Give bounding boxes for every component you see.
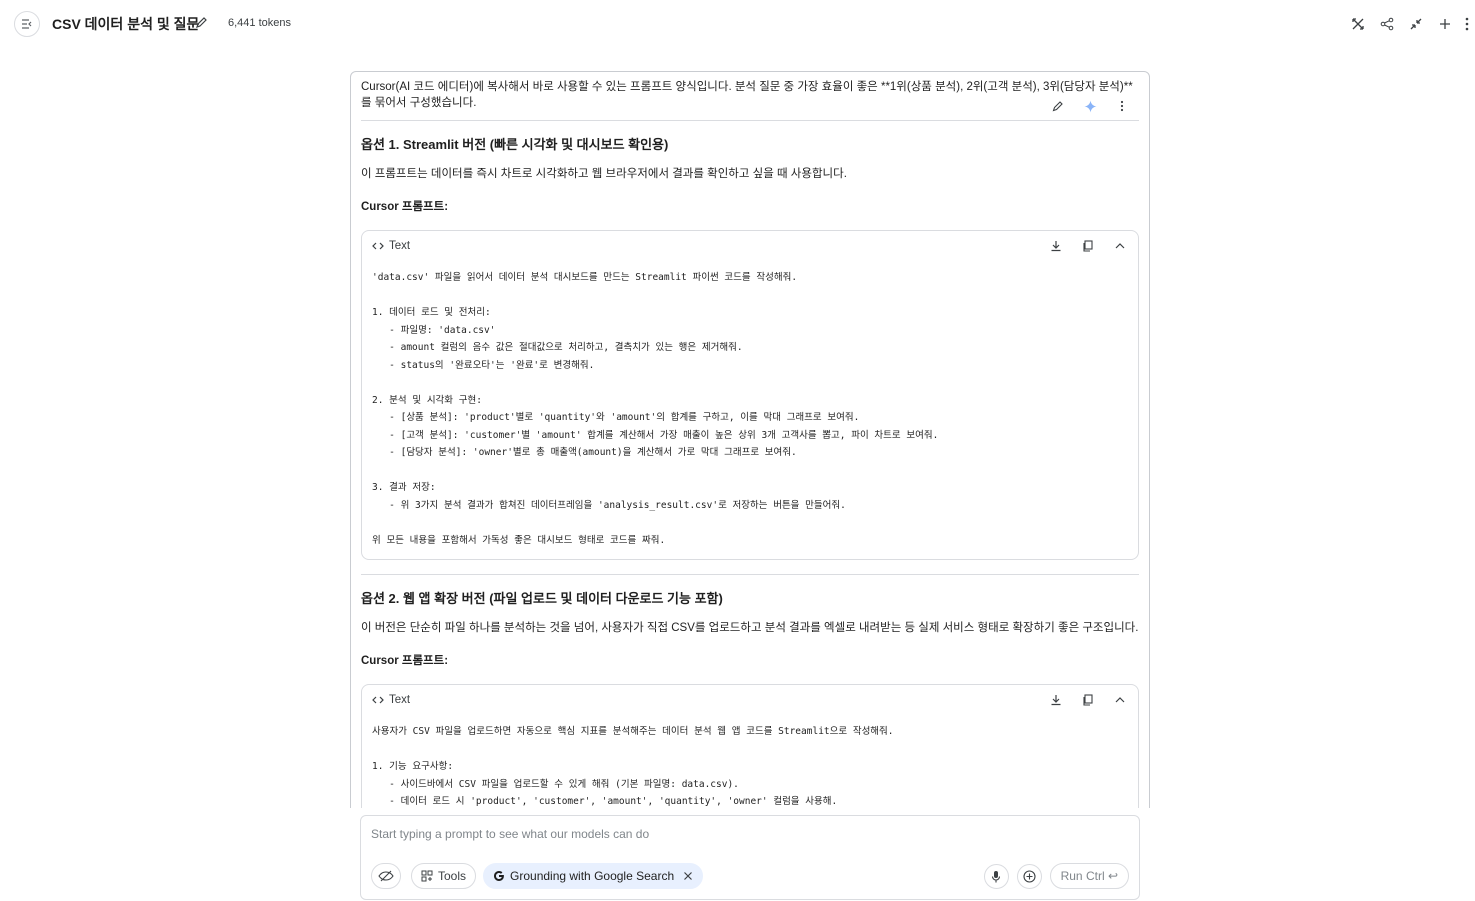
divider (361, 574, 1139, 575)
code-icon (372, 242, 384, 250)
share-icon[interactable] (1372, 14, 1401, 34)
code-line: 사용자가 CSV 파일을 업로드하면 자동으로 핵심 지표를 분석해주는 데이터… (372, 726, 894, 737)
compare-icon[interactable] (1343, 14, 1372, 34)
microphone-button[interactable] (983, 863, 1009, 889)
edit-message-icon[interactable] (1047, 97, 1069, 115)
code-line: - 위 3가지 분석 결과가 합쳐진 데이터프레임을 'analysis_res… (372, 499, 846, 511)
option2-heading: 옵션 2. 웹 앱 확장 버전 (파일 업로드 및 데이터 다운로드 기능 포함… (361, 591, 723, 606)
microphone-icon (992, 870, 1001, 882)
model-response: Cursor(AI 코드 에디터)에 복사해서 바로 사용할 수 있는 프롬프트… (350, 71, 1150, 808)
top-bar: CSV 데이터 분석 및 질문 6,441 tokens (0, 0, 1475, 48)
code-icon (372, 696, 384, 704)
option2-description: 이 버전은 단순히 파일 하나를 분석하는 것을 넘어, 사용자가 직접 CSV… (361, 622, 1139, 634)
option1-description: 이 프롬프트는 데이터를 즉시 차트로 시각화하고 웹 브라우저에서 결과를 확… (361, 168, 847, 180)
prompt-input[interactable] (371, 827, 1071, 841)
chat-area[interactable]: Cursor(AI 코드 에디터)에 복사해서 바로 사용할 수 있는 프롬프트… (0, 56, 1475, 808)
grounding-chip[interactable]: Grounding with Google Search (483, 863, 704, 889)
code-block-option1: Text 'data.csv' 파일을 읽어서 데이터 분석 대시보드를 만드는… (361, 230, 1139, 560)
prompt-composer: Tools Grounding with Google Search Run C… (360, 815, 1140, 900)
option1-heading: 옵션 1. Streamlit 버전 (빠른 시각화 및 대시보드 확인용) (361, 137, 669, 152)
download-icon[interactable] (1046, 237, 1066, 255)
toggle-sidebar-button[interactable] (14, 11, 40, 37)
code-block-option2: Text 사용자가 CSV 파일을 업로드하면 자동으로 핵심 지표를 분석해주… (361, 684, 1139, 808)
download-icon[interactable] (1046, 691, 1066, 709)
menu-collapse-icon (22, 19, 32, 29)
tools-button[interactable]: Tools (411, 863, 477, 889)
add-media-button[interactable] (1016, 863, 1042, 889)
code-line: - status의 '완료오타'는 '완료'로 변경해줘. (372, 359, 595, 371)
code-line: 1. 데이터 로드 및 전처리: (372, 307, 491, 318)
copy-icon[interactable] (1078, 237, 1098, 255)
divider (361, 120, 1139, 121)
code-content[interactable]: 사용자가 CSV 파일을 업로드하면 자동으로 핵심 지표를 분석해주는 데이터… (362, 715, 1138, 808)
more-options-icon[interactable] (1459, 14, 1475, 34)
message-more-icon[interactable] (1111, 97, 1133, 115)
code-block-header[interactable]: Text (362, 231, 1138, 261)
grounding-label: Grounding with Google Search (510, 869, 675, 883)
code-line: - [담당자 분석]: 'owner'별로 총 매출액(amount)을 계산해… (372, 447, 797, 458)
tools-icon (421, 870, 433, 882)
code-line: 1. 기능 요구사항: (372, 761, 454, 772)
copy-icon[interactable] (1078, 691, 1098, 709)
sparkle-icon[interactable] (1079, 97, 1101, 115)
toggle-settings-button[interactable] (371, 863, 401, 889)
top-actions (1343, 14, 1475, 34)
code-line: - 데이터 로드 시 'product', 'customer', 'amoun… (372, 796, 838, 807)
tools-label: Tools (438, 869, 467, 883)
new-chat-icon[interactable] (1430, 14, 1459, 34)
hide-icon (378, 870, 394, 882)
code-content[interactable]: 'data.csv' 파일을 읽어서 데이터 분석 대시보드를 만드는 Stre… (362, 261, 1138, 559)
page-title: CSV 데이터 분석 및 질문 (52, 16, 200, 32)
intro-text: Cursor(AI 코드 에디터)에 복사해서 바로 사용할 수 있는 프롬프트… (361, 81, 1133, 109)
collapse-icon[interactable] (1110, 691, 1130, 709)
code-line: 3. 결과 저장: (372, 482, 436, 493)
code-line: - 사이드바에서 CSV 파일을 업로드할 수 있게 해줘 (기본 파일명: d… (372, 778, 739, 790)
code-line: 'data.csv' 파일을 읽어서 데이터 분석 대시보드를 만드는 Stre… (372, 272, 798, 283)
remove-chip-icon[interactable] (683, 871, 693, 881)
code-line: 위 모든 내용을 포함해서 가독성 좋은 대시보드 형태로 코드를 짜줘. (372, 534, 666, 546)
compress-icon[interactable] (1401, 14, 1430, 34)
code-line: 2. 분석 및 시각화 구현: (372, 394, 482, 406)
run-button[interactable]: Run Ctrl ↩ (1049, 863, 1129, 889)
option2-label: Cursor 프롬프트: (361, 655, 449, 667)
code-block-header[interactable]: Text (362, 685, 1138, 715)
code-line: - [고객 분석]: 'customer'별 'amount' 합계를 계산해서… (372, 429, 939, 441)
code-language-label: Text (389, 240, 411, 252)
token-count: 6,441 tokens (228, 17, 291, 29)
message-toolbar (1047, 97, 1133, 115)
run-label: Run Ctrl ↩ (1060, 869, 1118, 883)
edit-title-icon[interactable] (195, 16, 209, 30)
code-line: - amount 컬럼의 음수 값은 절대값으로 처리하고, 결측치가 있는 행… (372, 342, 743, 353)
collapse-icon[interactable] (1110, 237, 1130, 255)
option1-label: Cursor 프롬프트: (361, 201, 449, 213)
code-line: - [상품 분석]: 'product'별로 'quantity'와 'amou… (372, 412, 860, 423)
code-line: - 파일명: 'data.csv' (372, 324, 496, 336)
google-g-icon (494, 871, 504, 881)
add-circle-icon (1023, 869, 1036, 883)
code-language-label: Text (389, 694, 411, 706)
